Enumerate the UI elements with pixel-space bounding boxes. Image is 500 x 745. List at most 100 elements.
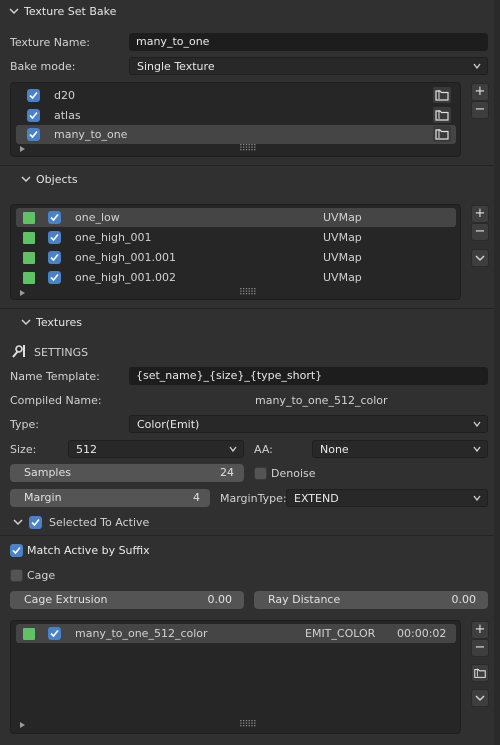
ray-distance-field[interactable]: Ray Distance 0.00	[254, 591, 488, 609]
expand-triangle-icon[interactable]	[20, 722, 25, 728]
bake-mode-value: Single Texture	[137, 60, 215, 73]
size-dropdown[interactable]: 512	[68, 440, 244, 458]
cage-extrusion-field[interactable]: Cage Extrusion 0.00	[10, 591, 244, 609]
expand-triangle-icon[interactable]	[20, 290, 25, 296]
remove-object-button[interactable]: −	[471, 223, 489, 241]
objects-menu-button[interactable]	[471, 249, 489, 267]
object-uvmap: UVMap	[323, 211, 362, 224]
name-template-field[interactable]: {set_name}_{size}_{type_short}	[129, 367, 488, 385]
separator	[0, 308, 500, 309]
samples-label: Samples	[24, 466, 71, 479]
object-item-selected[interactable]: one_low UVMap	[16, 208, 456, 227]
grip-handle[interactable]: ⠿⠿⠿	[239, 288, 257, 298]
bake-item-selected[interactable]: many_to_one_512_color EMIT_COLOR 00:00:0…	[16, 624, 456, 643]
chevron-down-icon	[473, 495, 481, 502]
object-item[interactable]: one_high_001.002 UVMap	[16, 268, 456, 287]
texture-set-name: d20	[54, 89, 75, 102]
texture-set-bake-header[interactable]: Texture Set Bake	[0, 0, 500, 24]
bake-folder-button[interactable]	[471, 664, 489, 682]
aa-label: AA:	[254, 443, 273, 456]
texture-set-checkbox[interactable]	[27, 128, 40, 141]
samples-slider[interactable]: Samples 24	[10, 464, 244, 482]
cage-extrusion-label: Cage Extrusion	[24, 593, 108, 606]
chevron-down-icon	[21, 319, 31, 326]
chevron-down-icon	[475, 255, 485, 262]
add-object-button[interactable]: +	[471, 205, 489, 223]
chevron-down-icon[interactable]	[12, 516, 24, 528]
size-value: 512	[76, 443, 97, 456]
object-checkbox[interactable]	[48, 231, 61, 244]
separator	[0, 165, 500, 166]
type-value: Color(Emit)	[137, 418, 200, 431]
aa-dropdown[interactable]: None	[312, 440, 488, 458]
texture-set-item[interactable]: d20	[16, 86, 456, 105]
objects-title: Objects	[36, 173, 78, 186]
textures-title: Textures	[36, 316, 82, 329]
selected-to-active-label: Selected To Active	[49, 516, 150, 529]
folder-icon[interactable]	[433, 107, 451, 123]
compiled-name-label: Compiled Name:	[10, 394, 102, 407]
textures-header[interactable]: Textures	[0, 311, 500, 335]
denoise-label: Denoise	[271, 467, 316, 480]
object-color-swatch	[23, 232, 35, 244]
add-bake-item-button[interactable]: +	[471, 621, 489, 639]
object-item[interactable]: one_high_001 UVMap	[16, 228, 456, 247]
expand-triangle-icon[interactable]	[20, 146, 25, 152]
ray-distance-label: Ray Distance	[268, 593, 341, 606]
type-dropdown[interactable]: Color(Emit)	[129, 415, 488, 433]
scrollbar[interactable]	[494, 0, 500, 745]
compiled-name-value: many_to_one_512_color	[255, 394, 388, 407]
margin-value: 4	[193, 491, 200, 504]
object-uvmap: UVMap	[323, 271, 362, 284]
cage-checkbox[interactable]	[10, 569, 23, 582]
texture-set-checkbox[interactable]	[27, 89, 40, 102]
settings-label: SETTINGS	[34, 346, 89, 359]
object-checkbox[interactable]	[48, 211, 61, 224]
add-texture-set-button[interactable]: +	[471, 83, 489, 101]
separator	[0, 535, 500, 536]
selected-to-active-checkbox[interactable]	[29, 516, 42, 529]
match-active-checkbox[interactable]	[10, 544, 23, 557]
object-checkbox[interactable]	[48, 271, 61, 284]
object-name: one_high_001.001	[75, 251, 176, 264]
bake-item-time: 00:00:02	[397, 627, 447, 640]
margin-type-label: MarginType:	[220, 492, 287, 505]
folder-icon[interactable]	[433, 126, 451, 142]
remove-bake-item-button[interactable]: −	[471, 639, 489, 657]
bake-menu-button[interactable]	[471, 689, 489, 707]
object-checkbox[interactable]	[48, 251, 61, 264]
texture-set-checkbox[interactable]	[27, 109, 40, 122]
remove-texture-set-button[interactable]: −	[471, 101, 489, 119]
panel-title: Texture Set Bake	[24, 5, 117, 18]
objects-header[interactable]: Objects	[0, 168, 500, 192]
grip-handle[interactable]: ⠿⠿⠿	[239, 144, 257, 154]
texture-set-name: many_to_one	[54, 128, 128, 141]
bake-item-checkbox[interactable]	[48, 627, 61, 640]
chevron-down-icon	[473, 446, 481, 453]
object-color-swatch	[23, 212, 35, 224]
chevron-down-icon	[229, 446, 237, 453]
texture-name-field[interactable]: many_to_one	[129, 33, 488, 51]
folder-icon[interactable]	[433, 87, 451, 103]
denoise-checkbox[interactable]	[254, 467, 267, 480]
texture-set-item-selected[interactable]: many_to_one	[16, 125, 456, 144]
margin-type-value: EXTEND	[294, 492, 339, 505]
grip-handle[interactable]: ⠿⠿⠿	[239, 720, 257, 730]
samples-value: 24	[220, 466, 234, 479]
aa-value: None	[320, 443, 349, 456]
bake-mode-dropdown[interactable]: Single Texture	[129, 57, 488, 75]
bake-item-type: EMIT_COLOR	[305, 627, 376, 640]
chevron-down-icon	[21, 176, 31, 183]
type-label: Type:	[10, 418, 39, 431]
margin-slider[interactable]: Margin 4	[10, 489, 210, 507]
margin-type-dropdown[interactable]: EXTEND	[286, 489, 488, 507]
bake-mode-label: Bake mode:	[10, 60, 76, 73]
chevron-down-icon	[9, 8, 19, 15]
texture-set-name: atlas	[54, 109, 81, 122]
object-item[interactable]: one_high_001.001 UVMap	[16, 248, 456, 267]
chevron-down-icon	[473, 421, 481, 428]
object-uvmap: UVMap	[323, 251, 362, 264]
texture-set-item[interactable]: atlas	[16, 106, 456, 125]
margin-label: Margin	[24, 491, 62, 504]
object-name: one_high_001.002	[75, 271, 176, 284]
